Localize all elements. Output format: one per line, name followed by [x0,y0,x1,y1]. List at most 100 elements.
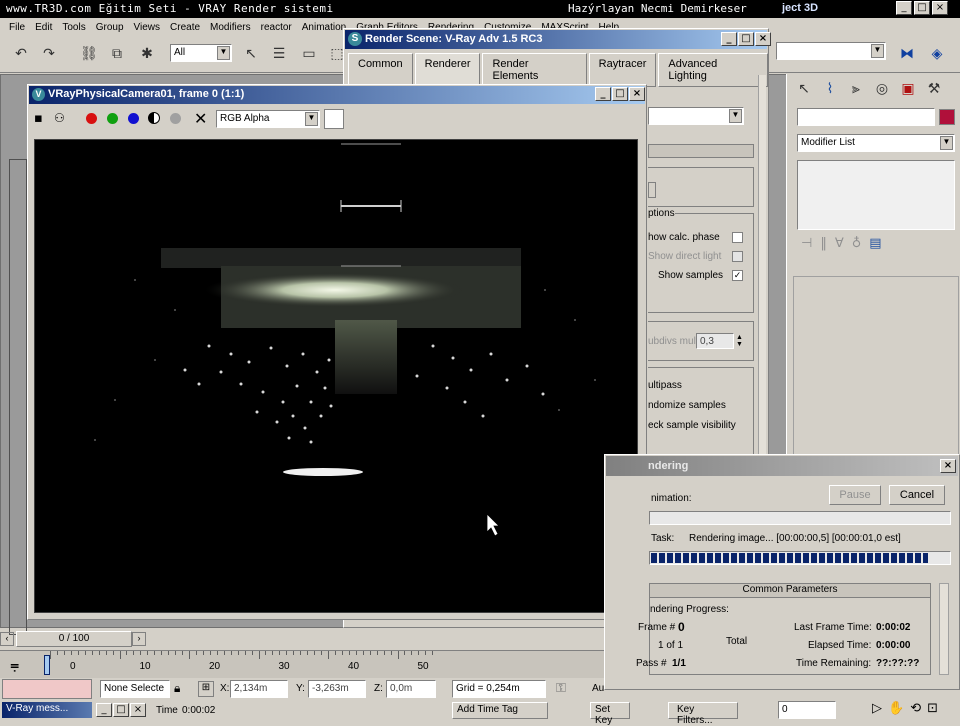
x-coordinate-field[interactable]: 2,134m [230,680,288,698]
minimize-button[interactable]: _ [896,1,912,15]
remove-modifier-icon[interactable]: ♁ [852,236,862,251]
select-object-icon[interactable]: ↖ [240,43,262,65]
bind-space-warp-icon[interactable]: ✱ [136,43,158,65]
maximize-button[interactable]: □ [612,87,628,101]
link-icon[interactable]: ⛓ [78,43,100,65]
object-color-swatch[interactable] [939,109,955,125]
spinner-arrows-icon[interactable]: ▲ ▼ [736,334,743,348]
show-end-result-icon[interactable]: ‖ [820,236,827,251]
utilities-tab-icon[interactable]: ⚒ [923,78,945,100]
lock-icon[interactable]: 🔒︎ [174,681,180,696]
key-filters-button[interactable]: Key Filters... [668,702,738,726]
select-by-name-icon[interactable]: ☰ [268,43,290,65]
tab-render-elements[interactable]: Render Elements [482,53,587,87]
tab-advanced-lighting[interactable]: Advanced Lighting [658,53,768,87]
menu-item-edit[interactable]: Edit [30,22,57,33]
modifier-list-dropdown[interactable]: Modifier List ▼ [797,134,955,152]
green-channel-icon[interactable] [107,113,118,124]
current-frame-field[interactable]: 0 [778,701,836,719]
time-slider-prev-icon[interactable]: ‹ [0,632,14,646]
subdivs-mult-spinner[interactable]: 0,3 [696,333,734,349]
save-image-icon[interactable]: ▪ [34,111,50,127]
tab-renderer[interactable]: Renderer [414,53,481,87]
configure-sets-icon[interactable]: ▤ [869,236,881,251]
named-selection-sets-dropdown[interactable]: ▼ [776,42,886,60]
create-tab-icon[interactable]: ↖ [793,78,815,100]
modifier-stack[interactable] [797,160,955,230]
show-calc-phase-checkbox[interactable] [732,232,743,243]
maximize-button[interactable]: □ [914,1,930,15]
menu-item-views[interactable]: Views [129,22,166,33]
minimize-button[interactable]: _ [96,703,112,717]
menu-item-file[interactable]: File [4,22,30,33]
check-sample-visibility-label[interactable]: eck sample visibility [648,420,736,431]
pin-stack-icon[interactable]: ⊣ [801,236,812,251]
close-button[interactable]: × [932,1,948,15]
menu-item-modifiers[interactable]: Modifiers [205,22,256,33]
common-parameters-header[interactable]: Common Parameters [650,584,930,598]
red-channel-icon[interactable] [86,113,97,124]
menu-item-tools[interactable]: Tools [57,22,90,33]
set-key-button[interactable]: Set Key [590,702,630,726]
absolute-mode-icon[interactable]: ⊞ [198,681,214,697]
zoom-extents-icon[interactable]: ▷ [872,701,882,716]
minimize-button[interactable]: _ [721,32,737,46]
close-button[interactable]: × [629,87,645,101]
clear-image-icon[interactable]: ✕ [194,109,207,128]
y-coordinate-field[interactable]: -3,263m [308,680,366,698]
show-direct-light-checkbox[interactable] [732,251,743,262]
rollout-header[interactable] [648,144,754,158]
key-icon[interactable]: ⚿ [556,681,566,696]
blue-channel-icon[interactable] [128,113,139,124]
channel-dropdown[interactable]: RGB Alpha ▼ [216,110,320,128]
add-time-tag-button[interactable]: Add Time Tag [452,702,548,719]
make-unique-icon[interactable]: ∀ [835,236,844,251]
pan-icon[interactable]: ✋ [888,701,904,716]
renderer-dropdown[interactable]: ▼ [648,107,744,125]
object-name-field[interactable] [797,108,935,126]
selection-filter-dropdown[interactable]: All ▼ [170,44,232,62]
multipass-label[interactable]: ultipass [648,380,682,391]
modify-tab-icon[interactable]: ⌇ [819,78,841,100]
tab-raytracer[interactable]: Raytracer [588,53,657,87]
display-tab-icon[interactable]: ▣ [897,78,919,100]
trackbar[interactable]: ⩦ 0 10 20 30 40 50 [0,650,604,678]
tab-common[interactable]: Common [348,53,413,87]
taskbar-item[interactable]: V-Ray mess... [2,702,92,718]
menu-item-group[interactable]: Group [91,22,129,33]
menu-item-reactor[interactable]: reactor [256,22,297,33]
close-button[interactable]: × [940,459,956,473]
trackbar-icon[interactable]: ⩦ [10,655,19,675]
motion-tab-icon[interactable]: ◎ [871,78,893,100]
preset-swatch[interactable] [648,182,656,198]
redo-icon[interactable]: ↷ [38,43,60,65]
menu-item-create[interactable]: Create [165,22,205,33]
undo-icon[interactable]: ↶ [10,43,32,65]
randomize-samples-label[interactable]: ndomize samples [648,400,726,411]
time-marker[interactable] [44,655,50,675]
color-swatch[interactable] [324,109,344,129]
mirror-icon[interactable]: ⧓ [896,43,918,65]
maximize-button[interactable]: □ [113,703,129,717]
show-samples-checkbox[interactable]: ✓ [732,270,743,281]
time-slider[interactable]: 0 / 100 [16,631,132,647]
arc-rotate-icon[interactable]: ⟲ [910,701,921,716]
cancel-button[interactable]: Cancel [889,485,945,505]
z-coordinate-field[interactable]: 0,0m [386,680,436,698]
pause-button[interactable]: Pause [829,485,881,505]
time-slider-next-icon[interactable]: › [132,632,146,646]
rectangular-selection-icon[interactable]: ▭ [298,43,320,65]
clone-window-icon[interactable]: ⚇ [54,111,72,127]
alpha-channel-icon[interactable] [170,113,181,124]
close-button[interactable]: × [755,32,771,46]
close-button[interactable]: × [130,703,146,717]
maximize-button[interactable]: □ [738,32,754,46]
maxscript-listener-field[interactable] [2,679,92,699]
maximize-viewport-icon[interactable]: ⊡ [927,701,938,716]
align-icon[interactable]: ◈ [926,43,948,65]
rendering-dialog-scrollbar[interactable] [939,583,949,675]
unlink-icon[interactable]: ⧉ [106,43,128,65]
mono-channel-icon[interactable] [148,112,160,124]
hierarchy-tab-icon[interactable]: ⫸ [845,78,867,100]
minimize-button[interactable]: _ [595,87,611,101]
